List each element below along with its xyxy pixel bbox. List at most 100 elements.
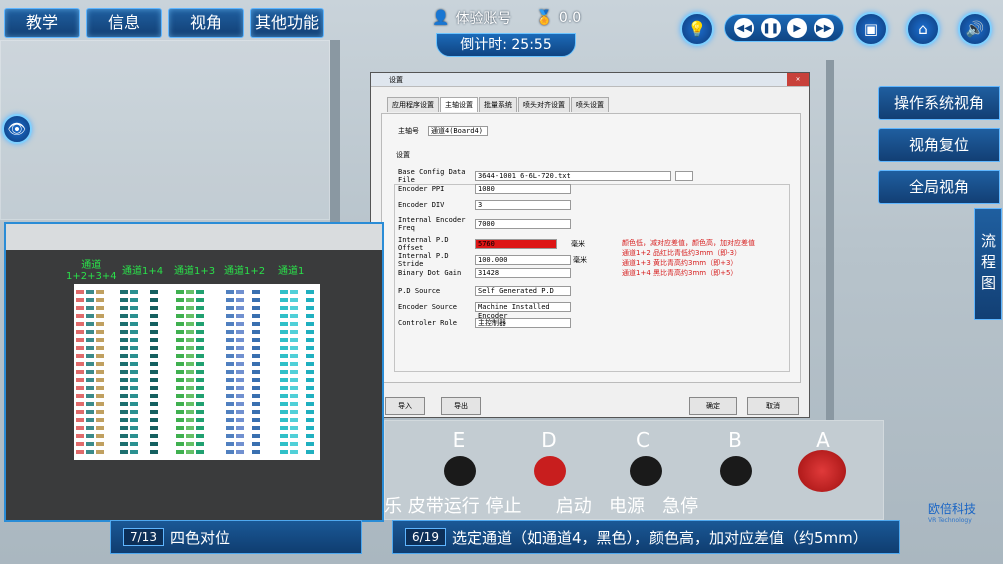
print-column — [196, 290, 204, 454]
menu-teaching[interactable]: 教学 — [4, 8, 80, 38]
tab-nozzle-align[interactable]: 喷头对齐设置 — [518, 97, 570, 112]
cancel-button[interactable]: 取消 — [747, 397, 799, 415]
print-column — [306, 290, 314, 454]
channel-label: 通道1+3 — [174, 266, 216, 277]
bookmark-icon[interactable]: ▣ — [854, 12, 888, 46]
settings-group — [394, 184, 790, 372]
encoder-ppi-field[interactable]: 1080 — [475, 184, 571, 194]
print-column — [186, 290, 194, 454]
setting-label: Base Config Data File — [398, 168, 466, 184]
menu-other-functions[interactable]: 其他功能 — [250, 8, 324, 38]
dialog-title-bar: 设置 ✕ — [371, 73, 809, 87]
fast-forward-icon[interactable]: ▶▶ — [813, 18, 834, 38]
sound-icon[interactable]: 🔊 — [958, 12, 992, 46]
channel-label: 通道1+4 — [122, 266, 164, 277]
step-text: 选定通道（如通道4，黑色），颜色高，加对应差值（约5mm） — [451, 528, 868, 547]
setting-label: Binary Dot Gain — [398, 269, 462, 277]
home-icon[interactable]: ⌂ — [906, 12, 940, 46]
setting-row: Internal Encoder Freq 7000 — [398, 216, 571, 232]
step-text: 四色对位 — [169, 528, 230, 547]
encoder-source-select[interactable]: Machine Installed Encoder — [475, 302, 571, 320]
unit-label: 毫米 — [571, 240, 585, 248]
tab-app-settings[interactable]: 应用程序设置 — [387, 97, 439, 112]
pd-source-select[interactable]: Self Generated P.D — [475, 286, 571, 296]
brand-subtitle: VR Technology — [928, 517, 972, 524]
brand-logo: 欧倍科技 VR Technology — [928, 500, 976, 524]
ok-button[interactable]: 确定 — [689, 397, 737, 415]
button-letter-d: D — [541, 428, 557, 452]
brand-name: 欧倍科技 — [928, 502, 977, 516]
os-view-button[interactable]: 操作系统视角 — [878, 86, 1000, 120]
print-column — [130, 290, 138, 454]
setting-row: Internal P.D Offset 5760 毫米 — [398, 236, 585, 252]
print-column — [120, 290, 128, 454]
belt-run-button[interactable] — [444, 456, 476, 486]
menu-info[interactable]: 信息 — [86, 8, 162, 38]
dialog-body: 主轴号 通道4(Board4) 设置 Base Config Data File… — [381, 113, 801, 383]
setting-label: Controler Role — [398, 319, 458, 327]
instruction-note: 通道1+4 黑比青高约3mm（即+5） — [622, 269, 738, 277]
tab-nozzle-settings[interactable]: 喷头设置 — [571, 97, 609, 112]
print-column — [96, 290, 104, 454]
setting-row: Base Config Data File 3644-1001 6-6L-720… — [398, 168, 693, 184]
print-column — [86, 290, 94, 454]
setting-label: Internal P.D Stride — [398, 252, 449, 268]
pd-offset-field[interactable]: 5760 — [475, 239, 557, 249]
button-letter-e: E — [452, 428, 466, 452]
channel-label: 通道 1+2+3+4 — [66, 260, 117, 282]
close-icon[interactable]: ✕ — [787, 73, 809, 86]
encoder-div-field[interactable]: 3 — [475, 200, 571, 210]
setting-label: P.D Source — [398, 287, 441, 295]
config-file-field[interactable]: 3644-1001 6-6L-720.txt — [475, 171, 671, 181]
background-frame-left — [0, 40, 330, 220]
print-camera-view: 通道 1+2+3+4 通道1+4 通道1+3 通道1+2 通道1 — [4, 222, 384, 522]
step-indicator-right: 6/19 选定通道（如通道4，黑色），颜色高，加对应差值（约5mm） — [392, 520, 900, 554]
eye-icon[interactable]: 👁 — [2, 114, 32, 144]
user-icon: 👤 — [432, 10, 450, 26]
power-button[interactable] — [720, 456, 752, 486]
setting-label: Encoder Source — [398, 303, 458, 311]
controller-role-select[interactable]: 主控制器 — [475, 318, 571, 328]
spindle-row: 主轴号 通道4(Board4) — [398, 126, 488, 136]
button-letter-c: C — [636, 428, 650, 452]
print-column — [236, 290, 244, 454]
dot-gain-field[interactable]: 31428 — [475, 268, 571, 278]
channel-label: 通道1 — [278, 266, 305, 277]
print-column — [280, 290, 288, 454]
print-column — [290, 290, 298, 454]
pd-stride-field[interactable]: 100.000 — [475, 255, 571, 265]
encoder-freq-field[interactable]: 7000 — [475, 219, 571, 229]
setting-row: Controler Role 主控制器 — [398, 318, 571, 328]
inset-header — [6, 224, 382, 250]
play-icon[interactable]: ▶ — [787, 18, 808, 38]
global-view-button[interactable]: 全局视角 — [878, 170, 1000, 204]
browse-button[interactable] — [675, 171, 693, 181]
setting-label: Encoder DIV — [398, 201, 445, 209]
export-button[interactable]: 导出 — [441, 397, 481, 415]
print-column — [252, 290, 260, 454]
rewind-icon[interactable]: ◀◀ — [734, 18, 755, 38]
step-number: 7/13 — [123, 528, 164, 546]
setting-row: P.D Source Self Generated P.D — [398, 286, 571, 296]
view-reset-button[interactable]: 视角复位 — [878, 128, 1000, 162]
pause-icon[interactable]: ❚❚ — [760, 18, 781, 38]
stop-button[interactable] — [534, 456, 566, 486]
setting-row: Binary Dot Gain 31428 — [398, 268, 571, 278]
lightbulb-icon[interactable]: 💡 — [680, 12, 714, 46]
import-button[interactable]: 导入 — [385, 397, 425, 415]
spindle-select[interactable]: 通道4(Board4) — [428, 126, 488, 136]
flowchart-button[interactable]: 流程图 — [974, 208, 1002, 320]
print-column — [176, 290, 184, 454]
tab-batch-system[interactable]: 批量系统 — [479, 97, 517, 112]
emergency-stop-button[interactable] — [798, 450, 846, 492]
panel-labels: 乐 皮带运行 停止 启动 电源 急停 — [384, 496, 699, 517]
top-menu: 教学 信息 视角 其他功能 — [4, 8, 324, 38]
spindle-label: 主轴号 — [398, 127, 419, 135]
setting-row: Internal P.D Stride 100.000 毫米 — [398, 252, 587, 268]
button-letter-a: A — [816, 428, 830, 452]
start-button[interactable] — [630, 456, 662, 486]
tab-spindle-settings[interactable]: 主轴设置 — [440, 97, 478, 112]
setting-label: Internal Encoder Freq — [398, 216, 466, 232]
instruction-note: 通道1+3 黄比青高约3mm（即+3） — [622, 259, 738, 267]
menu-view[interactable]: 视角 — [168, 8, 244, 38]
